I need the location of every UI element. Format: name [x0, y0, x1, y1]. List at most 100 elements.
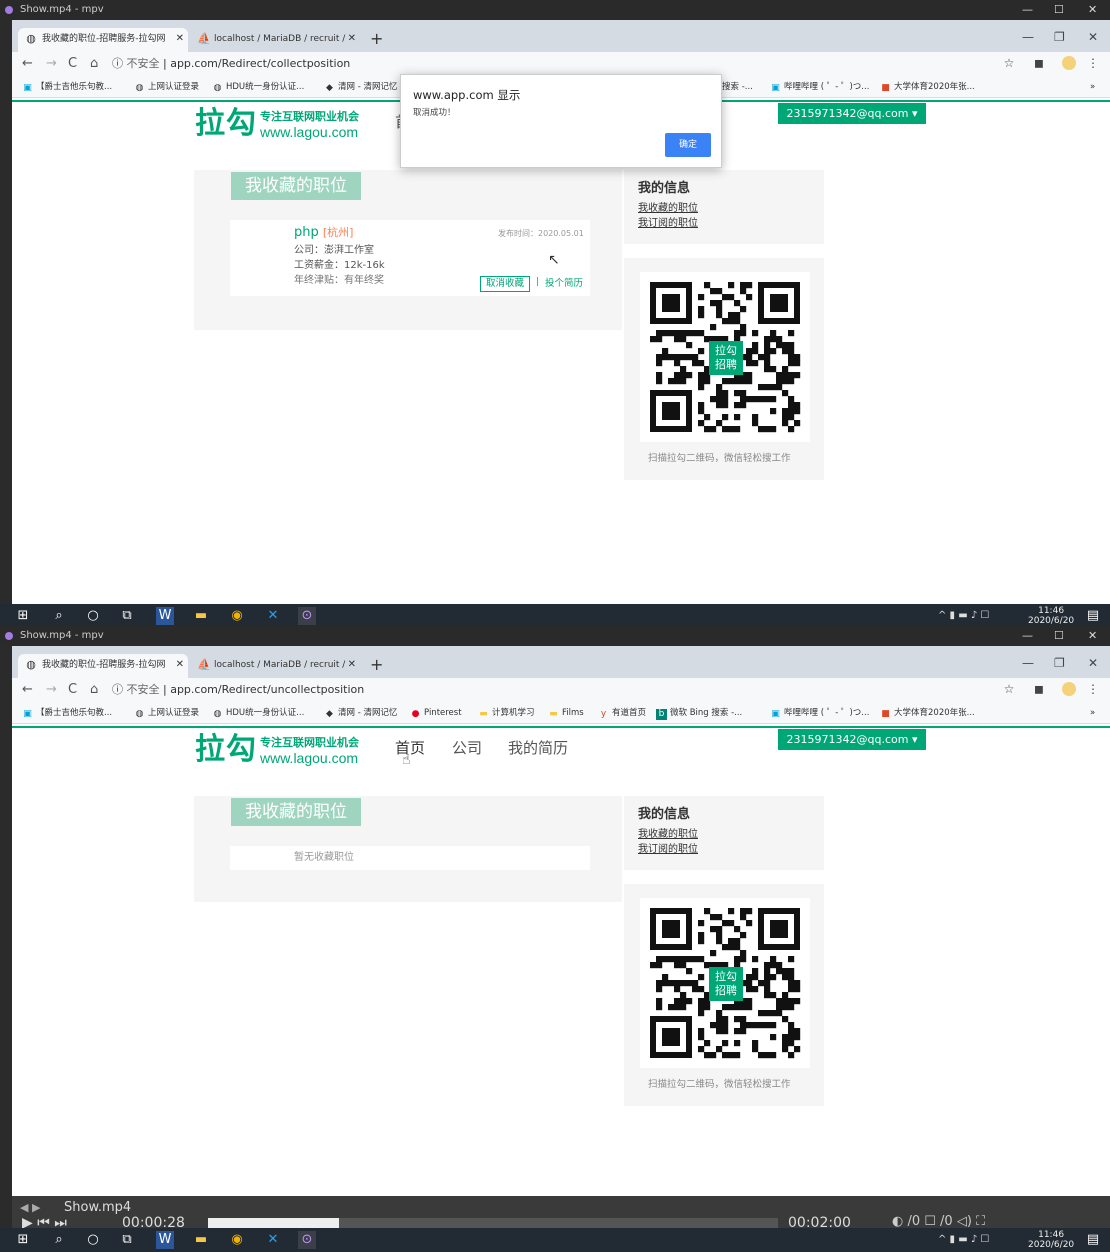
- bookmark-item[interactable]: ■ 大学体育2020年张...: [880, 80, 975, 94]
- forward-icon[interactable]: →: [46, 55, 57, 73]
- new-tab-button[interactable]: +: [370, 28, 383, 50]
- forward-icon[interactable]: →: [46, 681, 57, 699]
- bookmarks-more[interactable]: »: [1090, 80, 1095, 94]
- url-field[interactable]: ⓘ 不安全 | app.com/Redirect/uncollectpositi…: [112, 680, 1042, 700]
- cortana-icon[interactable]: ○: [84, 1231, 102, 1249]
- vscode-icon[interactable]: ✕: [264, 607, 282, 625]
- word-icon[interactable]: W: [156, 607, 174, 625]
- link-subscribed-jobs[interactable]: 我订阅的职位: [638, 217, 698, 231]
- close-icon[interactable]: ✕: [1088, 0, 1097, 20]
- tab-close-icon[interactable]: ✕: [348, 654, 356, 676]
- minimize-icon[interactable]: —: [1022, 626, 1033, 646]
- user-menu-button[interactable]: 2315971342@qq.com ▾: [778, 103, 926, 124]
- bookmark-item[interactable]: b 微软 Bing 搜索 -...: [656, 706, 742, 720]
- bookmark-item[interactable]: ▣ 【爵士吉他乐句教...: [22, 706, 112, 720]
- tab-phpmyadmin[interactable]: ⛵ localhost / MariaDB / recruit / ✕: [190, 28, 360, 52]
- file-explorer-icon[interactable]: ▬: [192, 607, 210, 625]
- menu-icon[interactable]: ⋮: [1086, 682, 1100, 696]
- extension-icon[interactable]: ◼: [1032, 56, 1046, 70]
- user-menu-button[interactable]: 2315971342@qq.com ▾: [778, 729, 926, 750]
- home-icon[interactable]: ⌂: [90, 681, 98, 699]
- bookmark-item[interactable]: ■ 大学体育2020年张...: [880, 706, 975, 720]
- notification-icon[interactable]: ▤: [1084, 607, 1102, 625]
- search-icon[interactable]: ⌕: [50, 1231, 68, 1249]
- maximize-icon[interactable]: ☐: [1054, 0, 1064, 20]
- reload-icon[interactable]: C: [68, 681, 77, 699]
- tab-close-icon[interactable]: ✕: [176, 654, 184, 676]
- bookmark-item[interactable]: 搜索 -...: [722, 80, 753, 94]
- new-tab-button[interactable]: +: [370, 654, 383, 676]
- mpv-taskbar-icon[interactable]: ⊙: [298, 1231, 316, 1249]
- job-title[interactable]: php [杭州]: [294, 224, 353, 242]
- bookmark-item[interactable]: ▣ 哔哩哔哩 ( ゜- ゜)つ...: [770, 80, 869, 94]
- minimize-icon[interactable]: —: [1022, 0, 1033, 20]
- browser-close-icon[interactable]: ✕: [1088, 656, 1098, 670]
- clock[interactable]: 11:46 2020/6/20: [1028, 1230, 1074, 1250]
- browser-minimize-icon[interactable]: —: [1022, 30, 1034, 44]
- bookmark-item[interactable]: ◍ HDU统一身份认证...: [212, 706, 305, 720]
- clock[interactable]: 11:46 2020/6/20: [1028, 606, 1074, 626]
- uncollect-button[interactable]: 取消收藏: [480, 276, 530, 292]
- tab-close-icon[interactable]: ✕: [176, 28, 184, 50]
- bookmark-item[interactable]: y 有道首页: [598, 706, 646, 720]
- back-icon[interactable]: ←: [22, 681, 33, 699]
- bookmark-item[interactable]: ◆ 清网 - 清网记忆: [324, 80, 397, 94]
- task-view-icon[interactable]: ⧉: [118, 607, 136, 625]
- bookmark-item[interactable]: ● Pinterest: [410, 706, 462, 720]
- cortana-icon[interactable]: ○: [84, 607, 102, 625]
- bookmark-item[interactable]: ▬ Films: [548, 706, 583, 720]
- bookmark-item[interactable]: ◆ 清网 - 清网记忆: [324, 706, 397, 720]
- browser-restore-icon[interactable]: ❐: [1054, 656, 1065, 670]
- maximize-icon[interactable]: ☐: [1054, 626, 1064, 646]
- osd-extra-controls[interactable]: ◐ /0 ☐ /0 ◁) ⛶: [892, 1214, 985, 1229]
- file-explorer-icon[interactable]: ▬: [192, 1231, 210, 1249]
- task-view-icon[interactable]: ⧉: [118, 1231, 136, 1249]
- nav-resume[interactable]: 我的简历: [508, 738, 568, 758]
- bookmark-item[interactable]: ▬ 计算机学习: [478, 706, 534, 720]
- mpv-taskbar-icon[interactable]: ⊙: [298, 607, 316, 625]
- windows-start-icon[interactable]: ⊞: [14, 607, 32, 625]
- vscode-icon[interactable]: ✕: [264, 1231, 282, 1249]
- bookmark-item[interactable]: ◍ 上网认证登录: [134, 706, 199, 720]
- bookmark-item[interactable]: ◍ 上网认证登录: [134, 80, 199, 94]
- site-logo[interactable]: 拉勾: [195, 730, 257, 770]
- job-bonus: 年终津贴：有年终奖: [294, 275, 384, 286]
- tab-collect[interactable]: ◍ 我收藏的职位-招聘服务-拉勾网 ✕: [18, 28, 188, 52]
- word-icon[interactable]: W: [156, 1231, 174, 1249]
- extension-icon[interactable]: ◼: [1032, 682, 1046, 696]
- star-icon[interactable]: ☆: [1002, 682, 1016, 696]
- reload-icon[interactable]: C: [68, 55, 77, 73]
- browser-minimize-icon[interactable]: —: [1022, 656, 1034, 670]
- windows-start-icon[interactable]: ⊞: [14, 1231, 32, 1249]
- chrome-icon[interactable]: ◉: [228, 1231, 246, 1249]
- home-icon[interactable]: ⌂: [90, 55, 98, 73]
- bookmarks-more[interactable]: »: [1090, 706, 1095, 720]
- search-icon[interactable]: ⌕: [50, 607, 68, 625]
- chrome-icon[interactable]: ◉: [228, 607, 246, 625]
- browser-close-icon[interactable]: ✕: [1088, 30, 1098, 44]
- link-collected-jobs[interactable]: 我收藏的职位: [638, 202, 698, 216]
- profile-avatar[interactable]: [1062, 682, 1076, 696]
- notification-icon[interactable]: ▤: [1084, 1231, 1102, 1249]
- tab-phpmyadmin[interactable]: ⛵ localhost / MariaDB / recruit / ✕: [190, 654, 360, 678]
- tab-collect[interactable]: ◍ 我收藏的职位-招聘服务-拉勾网 ✕: [18, 654, 188, 678]
- link-collected-jobs[interactable]: 我收藏的职位: [638, 828, 698, 842]
- tab-close-icon[interactable]: ✕: [348, 28, 356, 50]
- profile-avatar[interactable]: [1062, 56, 1076, 70]
- site-logo[interactable]: 拉勾: [195, 104, 257, 144]
- link-subscribed-jobs[interactable]: 我订阅的职位: [638, 843, 698, 857]
- dialog-ok-button[interactable]: 确定: [665, 133, 711, 157]
- close-icon[interactable]: ✕: [1088, 626, 1097, 646]
- apply-button[interactable]: 投个简历: [545, 277, 583, 291]
- menu-icon[interactable]: ⋮: [1086, 56, 1100, 70]
- star-icon[interactable]: ☆: [1002, 56, 1016, 70]
- bookmark-item[interactable]: ▣ 【爵士吉他乐句教...: [22, 80, 112, 94]
- playlist-arrows-icon[interactable]: ◀ ▶: [20, 1200, 40, 1216]
- nav-company[interactable]: 公司: [452, 738, 482, 758]
- browser-restore-icon[interactable]: ❐: [1054, 30, 1065, 44]
- bookmark-item[interactable]: ▣ 哔哩哔哩 ( ゜- ゜)つ...: [770, 706, 869, 720]
- bookmark-item[interactable]: ◍ HDU统一身份认证...: [212, 80, 305, 94]
- seek-bar[interactable]: [208, 1218, 778, 1228]
- back-icon[interactable]: ←: [22, 55, 33, 73]
- url-field[interactable]: ⓘ 不安全 | app.com/Redirect/collectposition: [112, 54, 1042, 74]
